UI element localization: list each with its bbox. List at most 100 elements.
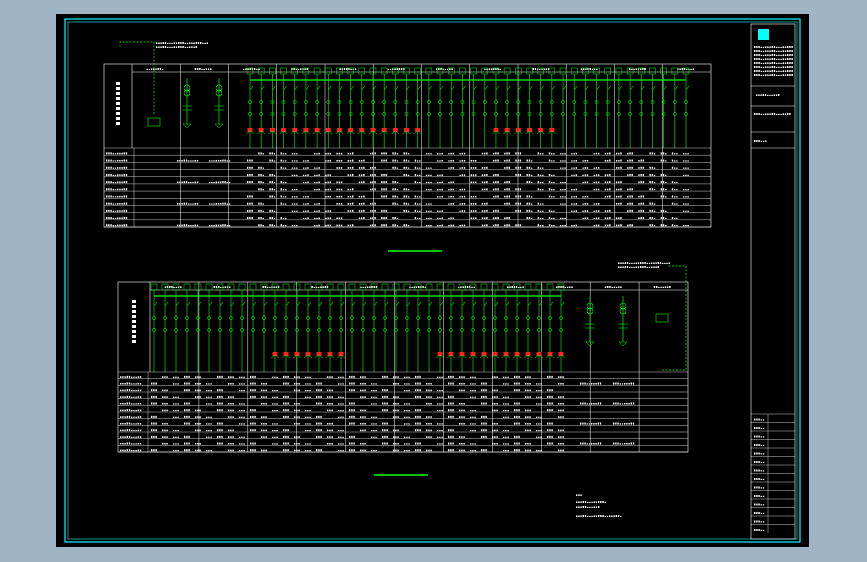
table-cell-value bbox=[392, 166, 399, 169]
switch-symbol bbox=[527, 301, 532, 307]
table-cell-value bbox=[571, 152, 578, 155]
table-cell-value bbox=[209, 181, 231, 184]
table-cell-value bbox=[537, 181, 544, 184]
table-cell-value bbox=[347, 202, 354, 205]
table-cell-value bbox=[415, 389, 421, 392]
table-cell-value bbox=[239, 423, 245, 425]
table-cell-value bbox=[269, 188, 276, 191]
table-cell-value bbox=[305, 443, 311, 445]
table-cell-value bbox=[228, 436, 234, 438]
table-cell-value bbox=[514, 449, 520, 452]
table-cell-value bbox=[338, 383, 344, 385]
table-cell-value bbox=[537, 166, 544, 169]
incoming-cable bbox=[662, 265, 687, 371]
table-cell-value bbox=[272, 396, 278, 398]
panel-header-text bbox=[435, 68, 453, 70]
title-block bbox=[750, 23, 796, 540]
meter-box bbox=[238, 283, 246, 291]
table-cell-value bbox=[415, 395, 421, 398]
table-cell-value bbox=[173, 383, 179, 385]
table-cell-value bbox=[217, 389, 223, 392]
table-cell-value bbox=[360, 409, 366, 412]
table-cell-value bbox=[492, 188, 499, 191]
table-cell-value bbox=[392, 188, 399, 191]
table-cell-value bbox=[593, 217, 600, 220]
table-cell-value bbox=[415, 429, 421, 432]
table-cell-value bbox=[604, 195, 611, 198]
table-cell-value bbox=[459, 174, 466, 176]
table-cell-value bbox=[459, 382, 465, 385]
table-cell-value bbox=[247, 173, 253, 176]
table-cell-value bbox=[228, 409, 234, 412]
table-cell-value bbox=[547, 409, 553, 412]
table-row-label bbox=[106, 152, 128, 155]
meter-box bbox=[480, 283, 488, 291]
table-cell-value bbox=[258, 224, 264, 227]
meter-box bbox=[380, 67, 388, 75]
table-cell-value bbox=[393, 429, 399, 432]
table-cell-value bbox=[415, 375, 421, 378]
table-cell-value bbox=[151, 389, 157, 392]
table-cell-value bbox=[347, 224, 354, 227]
table-cell-value bbox=[525, 429, 531, 432]
incoming-note bbox=[618, 266, 659, 268]
table-cell-value bbox=[349, 449, 355, 452]
table-cell-value bbox=[537, 209, 544, 212]
table-cell-value bbox=[272, 443, 278, 445]
switch-symbol bbox=[383, 85, 388, 91]
table-cell-value bbox=[571, 195, 578, 198]
table-cell-value bbox=[504, 152, 510, 155]
table-cell-value bbox=[470, 383, 476, 385]
table-cell-value bbox=[526, 209, 533, 212]
table-cell-value bbox=[358, 173, 365, 176]
table-cell-value bbox=[305, 376, 311, 378]
meter-box bbox=[414, 67, 421, 75]
feeder-circuit bbox=[359, 283, 367, 372]
panel-header-text bbox=[555, 286, 573, 288]
table-cell-value bbox=[291, 203, 298, 205]
meter-box bbox=[358, 67, 366, 75]
table-cell-value bbox=[426, 396, 432, 398]
table-cell-value bbox=[638, 173, 645, 176]
table-cell-value bbox=[316, 389, 322, 392]
table-cell-value bbox=[627, 159, 633, 162]
table-cell-value bbox=[349, 402, 355, 405]
table-cell-value bbox=[258, 217, 264, 220]
table-cell-value bbox=[615, 224, 622, 227]
meter-box bbox=[260, 283, 268, 291]
table-cell-value bbox=[250, 429, 256, 432]
table-cell-value bbox=[404, 410, 410, 412]
table-cell-value bbox=[392, 181, 399, 184]
table-cell-value bbox=[504, 166, 510, 169]
table-cell-value bbox=[393, 382, 399, 385]
table-row-label bbox=[106, 173, 128, 176]
table-cell-value bbox=[314, 224, 320, 227]
switch-symbol bbox=[495, 85, 500, 91]
panel-header-text bbox=[532, 68, 550, 70]
table-cell-value bbox=[683, 210, 689, 212]
incoming-note bbox=[156, 42, 208, 44]
table-cell-value bbox=[514, 389, 520, 392]
switch-symbol bbox=[618, 85, 623, 91]
table-cell-value bbox=[360, 422, 366, 425]
feeder-circuit bbox=[392, 283, 400, 372]
switch-symbol bbox=[439, 85, 444, 91]
table-cell-value bbox=[548, 224, 555, 227]
ground-symbol bbox=[618, 341, 628, 347]
table-cell-value bbox=[349, 375, 355, 378]
table-cell-value bbox=[515, 195, 522, 198]
table-cell-value bbox=[250, 422, 256, 425]
table-cell-value bbox=[514, 382, 520, 385]
table-cell-value bbox=[426, 449, 432, 452]
table-cell-value bbox=[269, 224, 276, 227]
table-cell-value bbox=[184, 435, 190, 438]
table-cell-value bbox=[548, 195, 555, 198]
table-cell-value bbox=[548, 217, 555, 220]
table-cell-value bbox=[371, 383, 377, 385]
drawing-number bbox=[754, 140, 767, 142]
table-cell-value bbox=[382, 409, 388, 412]
table-cell-value bbox=[360, 429, 366, 432]
table-cell-value bbox=[217, 395, 223, 398]
table-cell-value bbox=[358, 202, 365, 205]
switch-symbol bbox=[462, 85, 466, 91]
